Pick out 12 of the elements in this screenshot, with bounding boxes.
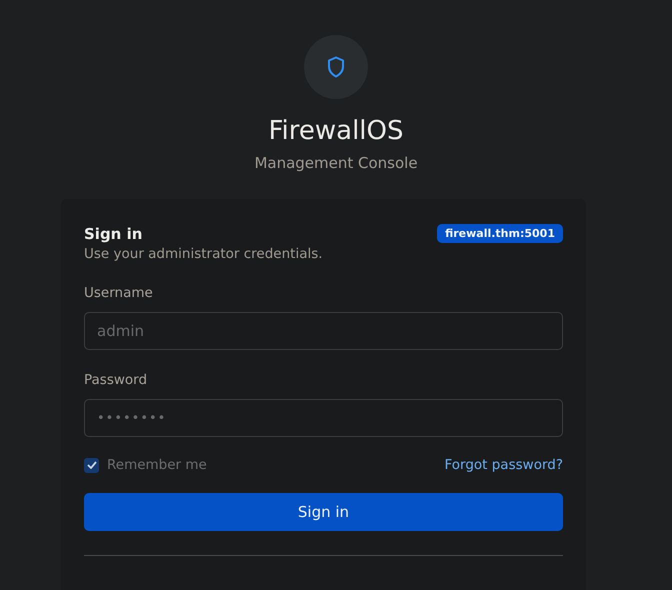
app-subtitle: Management Console xyxy=(254,153,418,173)
field-label: Password xyxy=(84,371,148,389)
form-subtitle: Use your administrator credentials. xyxy=(84,245,323,263)
form-title: Sign in xyxy=(84,224,144,244)
host-label: firewall.thm:5001 xyxy=(437,224,563,243)
sign-in-button[interactable]: Sign in xyxy=(84,493,563,531)
username-field[interactable]: admin xyxy=(84,312,563,350)
forgot-password-link[interactable]: Forgot password? xyxy=(444,457,563,473)
password-field[interactable]: •••••••• xyxy=(84,399,563,437)
app-title: FirewallOS xyxy=(268,115,404,147)
field-label: Username xyxy=(84,284,154,302)
shield-icon xyxy=(327,56,345,78)
